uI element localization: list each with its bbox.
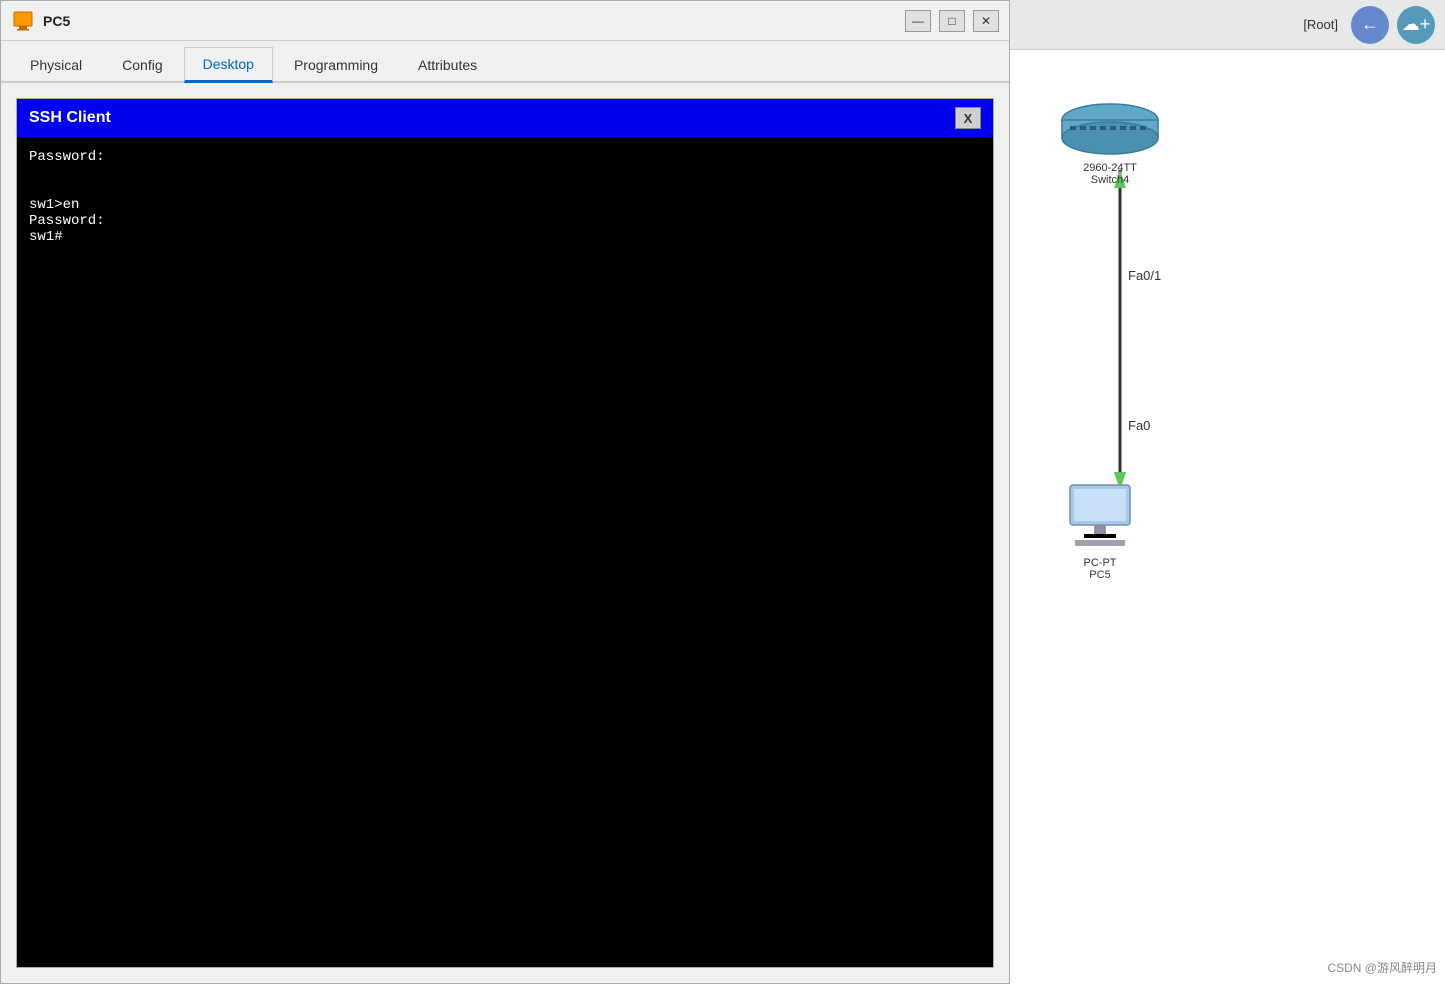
tab-attributes[interactable]: Attributes <box>399 48 496 81</box>
pc-icon <box>11 9 35 33</box>
maximize-button[interactable]: □ <box>939 10 965 32</box>
window-controls: — □ ✕ <box>905 10 999 32</box>
terminal[interactable]: Password: sw1>en Password: sw1# <box>17 137 993 967</box>
pc-name: PC5 <box>1089 569 1110 581</box>
right-panel: [Root] ← ☁+ Fa0/1 Fa0 <box>1010 0 1445 984</box>
switch-name: Switch4 <box>1091 174 1130 186</box>
tab-physical[interactable]: Physical <box>11 48 101 81</box>
back-button[interactable]: ← <box>1351 6 1389 44</box>
pc5-window: PC5 — □ ✕ Physical Config Desktop Progra… <box>0 0 1010 984</box>
minimize-button[interactable]: — <box>905 10 931 32</box>
title-bar: PC5 — □ ✕ <box>1 1 1009 41</box>
svg-text:Fa0/1: Fa0/1 <box>1128 268 1161 283</box>
right-topbar: [Root] ← ☁+ <box>1010 0 1445 50</box>
ssh-panel: SSH Client X Password: sw1>en Password: … <box>16 98 994 968</box>
ssh-title: SSH Client <box>29 109 111 127</box>
pc-model: PC-PT <box>1084 557 1117 569</box>
root-label: [Root] <box>1303 17 1338 32</box>
tab-config[interactable]: Config <box>103 48 181 81</box>
svg-text:Fa0: Fa0 <box>1128 418 1150 433</box>
watermark: CSDN @游风醉明月 <box>1327 959 1437 976</box>
tab-programming[interactable]: Programming <box>275 48 397 81</box>
network-area: Fa0/1 Fa0 <box>1010 50 1445 984</box>
switch-model: 2960-24TT <box>1083 162 1137 174</box>
switch-icon <box>1060 100 1160 158</box>
window-close-button[interactable]: ✕ <box>973 10 999 32</box>
pc-device: PC-PT PC5 <box>1060 480 1140 581</box>
tab-bar: Physical Config Desktop Programming Attr… <box>1 41 1009 83</box>
ssh-header: SSH Client X <box>17 99 993 137</box>
add-button[interactable]: ☁+ <box>1397 6 1435 44</box>
cloud-plus-icon: ☁+ <box>1402 14 1431 35</box>
tab-desktop[interactable]: Desktop <box>184 47 273 83</box>
pc-device-icon <box>1060 480 1140 553</box>
content-area: SSH Client X Password: sw1>en Password: … <box>1 83 1009 983</box>
window-title: PC5 <box>43 13 70 29</box>
ssh-close-button[interactable]: X <box>955 107 981 129</box>
switch-device: 2960-24TT Switch4 <box>1060 100 1160 186</box>
back-icon: ← <box>1361 14 1379 35</box>
